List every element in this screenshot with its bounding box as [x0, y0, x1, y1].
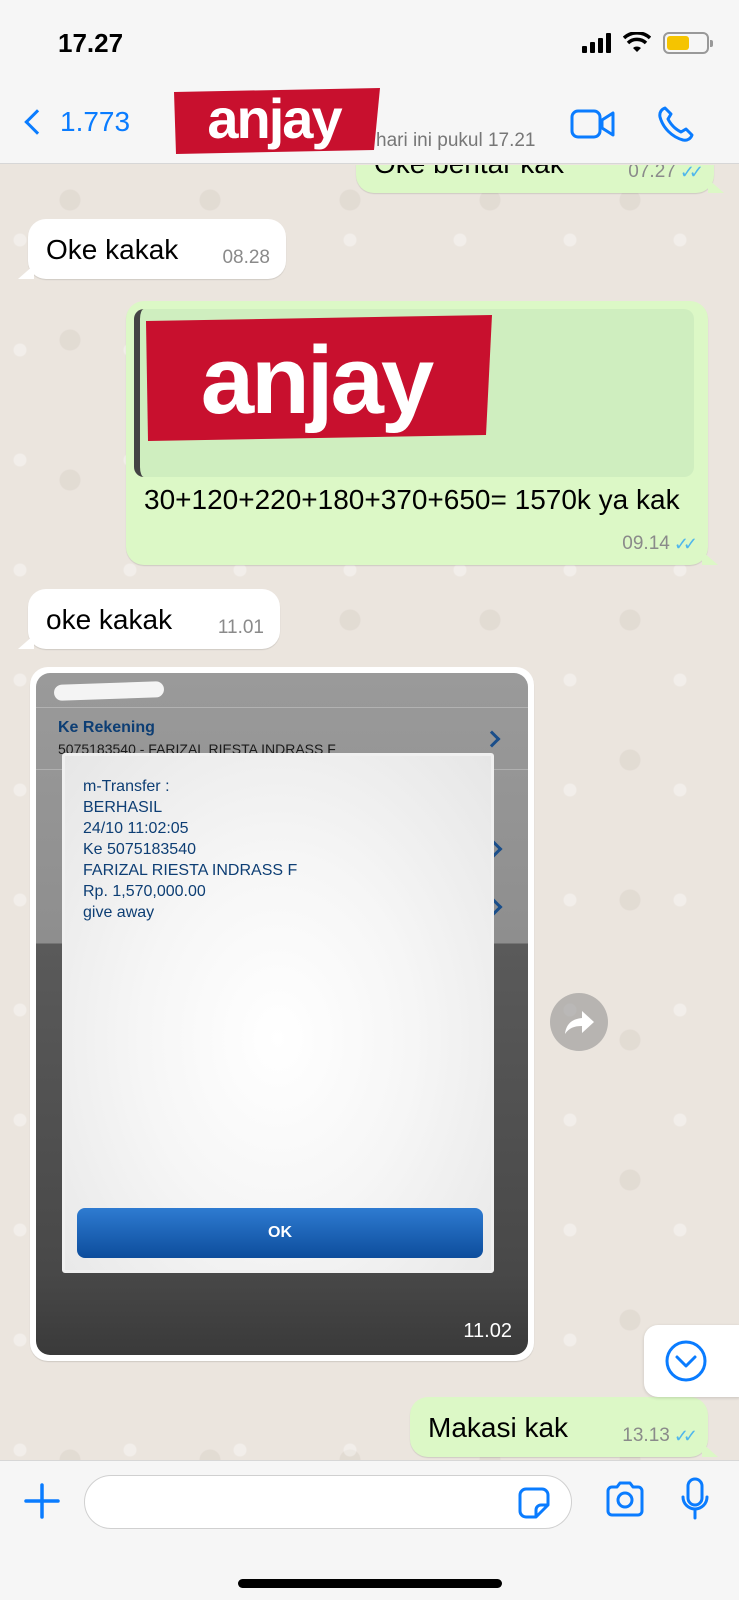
- sticker-icon[interactable]: [517, 1486, 551, 1520]
- message-meta: 11.01: [218, 617, 264, 639]
- message-time: 11.01: [217, 617, 264, 638]
- message-time: 08.28: [222, 247, 270, 268]
- back-button[interactable]: 1.773: [20, 106, 130, 138]
- back-chevron-icon: [24, 109, 50, 135]
- message-bubble-incoming[interactable]: Oke kakak 08.28: [18, 219, 286, 279]
- message-input-bar: [0, 1460, 739, 1600]
- dialog-line: FARIZAL RIESTA INDRASS F: [83, 862, 298, 879]
- read-tick-icon: ✓✓: [673, 1425, 698, 1446]
- dialog-line: BERHASIL: [83, 799, 163, 816]
- chevron-right-icon: [483, 730, 501, 748]
- bubble-tail: [708, 179, 724, 193]
- status-icons: [582, 32, 713, 54]
- scroll-down-icon: [665, 1340, 707, 1382]
- chat-area[interactable]: Oke bentar kak 07.27 ✓✓ Oke kakak 08.28 …: [0, 165, 739, 1460]
- plus-icon[interactable]: [22, 1481, 62, 1521]
- read-tick-icon: ✓✓: [673, 533, 698, 554]
- quoted-logo-text: anjay: [201, 327, 434, 434]
- forward-icon: [565, 1011, 594, 1034]
- wifi-icon: [623, 32, 651, 52]
- bubble-tail: [18, 265, 34, 279]
- bubble-tail: [702, 551, 718, 565]
- message-input[interactable]: [84, 1475, 572, 1529]
- bubble-tail: [702, 1443, 718, 1457]
- quoted-message[interactable]: anjay: [134, 309, 694, 477]
- transfer-result-dialog: m-Transfer : BERHASIL 24/10 11:02:05 Ke …: [62, 753, 494, 1273]
- image-divider: [36, 707, 528, 708]
- message-time: 13.13: [622, 1425, 670, 1446]
- message-bubble-incoming[interactable]: oke kakak 11.01: [18, 589, 280, 649]
- dialog-text: m-Transfer : BERHASIL 24/10 11:02:05 Ke …: [83, 776, 297, 923]
- status-bar: 17.27: [0, 0, 739, 88]
- forward-button[interactable]: [550, 993, 608, 1051]
- dialog-line: Ke 5075183540: [83, 841, 196, 858]
- message-bubble-outgoing-reply[interactable]: anjay 30+120+220+180+370+650= 1570k ya k…: [126, 301, 718, 565]
- read-tick-icon: ✓✓: [679, 165, 704, 182]
- dialog-line: m-Transfer :: [83, 778, 170, 795]
- dialog-line: 24/10 11:02:05: [83, 820, 189, 837]
- message-bubble-outgoing[interactable]: Oke bentar kak 07.27 ✓✓: [356, 165, 724, 193]
- message-meta: 08.28: [222, 247, 270, 269]
- status-time: 17.27: [58, 28, 124, 58]
- camera-icon[interactable]: [604, 1481, 646, 1517]
- chat-header: 1.773 anjay hari ini pukul 17.21: [0, 88, 739, 164]
- contact-avatar-logo[interactable]: anjay: [174, 88, 380, 154]
- image-message-bubble[interactable]: Ke Rekening 5075183540 - FARIZAL RIESTA …: [30, 667, 534, 1361]
- message-time: 07.27: [628, 165, 676, 182]
- message-meta: 09.14 ✓✓: [622, 533, 698, 555]
- signal-icon: [582, 33, 611, 53]
- bubble-tail: [18, 635, 34, 649]
- quoted-logo-image: anjay: [146, 315, 492, 441]
- contact-logo-text: anjay: [207, 88, 342, 150]
- unread-count: 1.773: [60, 106, 131, 137]
- message-bubble-outgoing[interactable]: Makasi kak 13.13 ✓✓: [410, 1397, 718, 1457]
- battery-icon: [663, 32, 713, 54]
- video-call-icon[interactable]: [570, 108, 616, 140]
- message-text: 30+120+220+180+370+650= 1570k ya kak: [144, 484, 680, 515]
- message-time: 11.02: [463, 1320, 512, 1342]
- dialog-line: give away: [83, 904, 155, 921]
- message-meta: 07.27 ✓✓: [628, 165, 704, 183]
- home-indicator: [238, 1579, 502, 1588]
- last-seen-status: hari ini pukul 17.21: [376, 130, 536, 151]
- dialog-line: Rp. 1,570,000.00: [83, 883, 206, 900]
- ke-rekening-label: Ke Rekening: [58, 719, 155, 736]
- redaction-scribble: [53, 681, 165, 701]
- mic-icon[interactable]: [680, 1477, 710, 1521]
- message-meta: 13.13 ✓✓: [622, 1425, 698, 1447]
- phone-icon[interactable]: [656, 104, 696, 144]
- dialog-ok-button: OK: [77, 1208, 483, 1258]
- scroll-to-bottom-button[interactable]: [644, 1325, 739, 1397]
- message-time: 09.14: [622, 533, 670, 554]
- transfer-screenshot-image[interactable]: Ke Rekening 5075183540 - FARIZAL RIESTA …: [36, 673, 528, 1355]
